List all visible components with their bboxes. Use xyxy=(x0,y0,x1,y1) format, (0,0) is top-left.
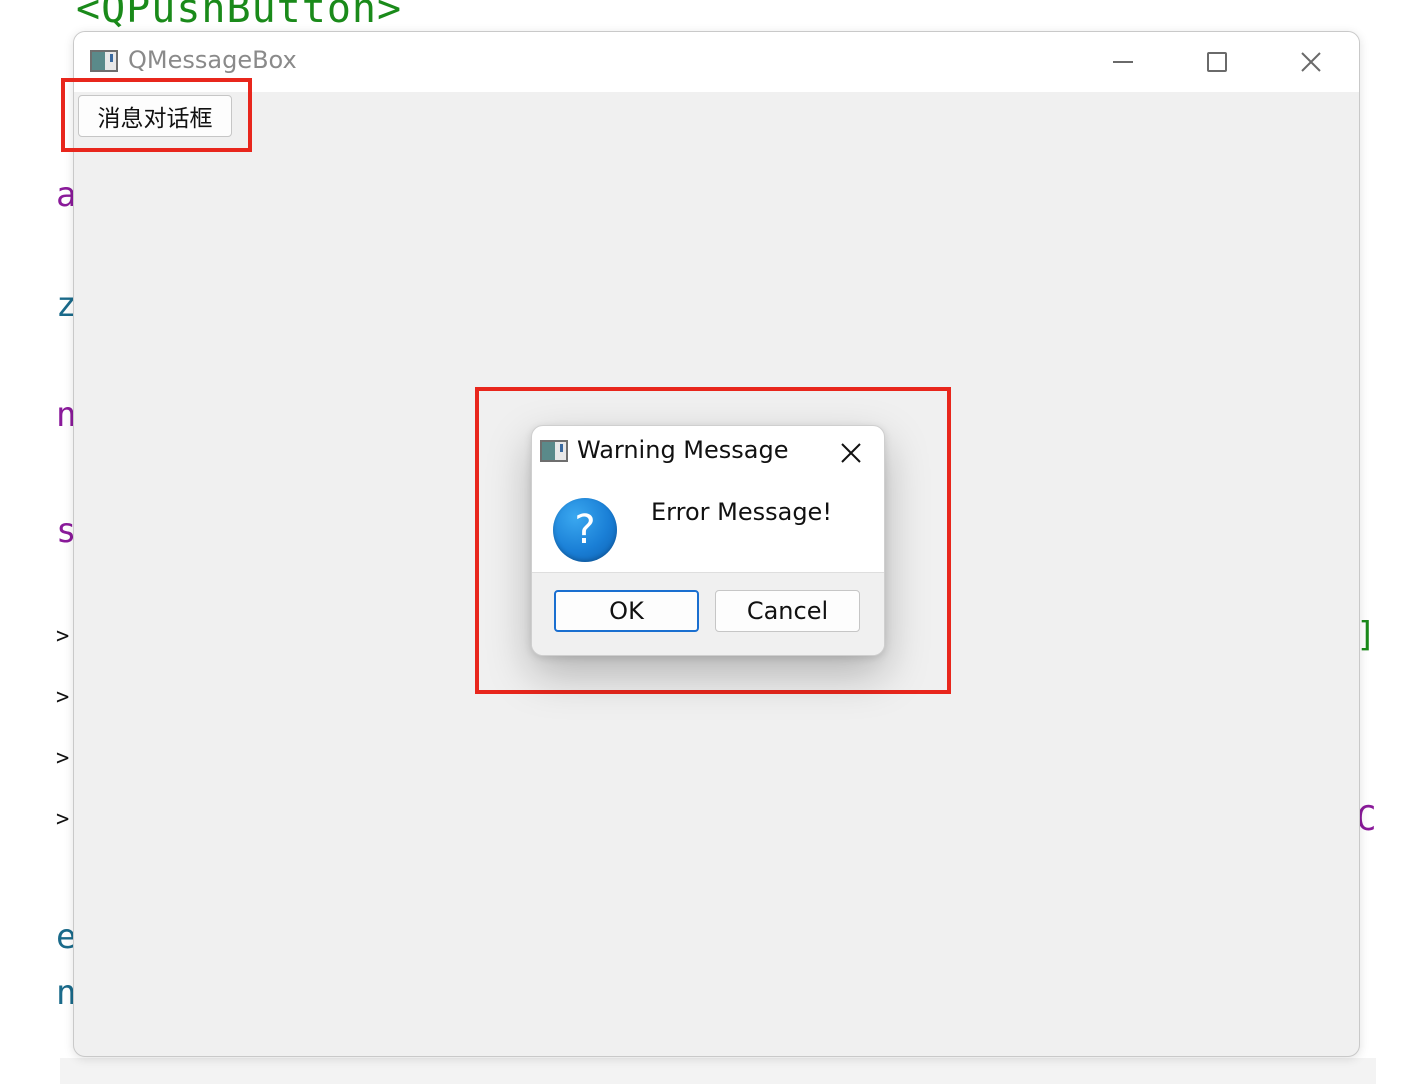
close-button[interactable] xyxy=(1288,40,1334,84)
message-dialog: Warning Message ? Error Message! OK Canc… xyxy=(531,425,885,656)
dialog-close-button[interactable] xyxy=(832,436,870,470)
screenshot-stage: <QPushButton> a z n s > > > > e n ] C QM… xyxy=(0,0,1424,1084)
cancel-button[interactable]: Cancel xyxy=(715,590,860,632)
question-icon: ? xyxy=(553,498,617,562)
close-icon xyxy=(1301,52,1321,72)
ok-button[interactable]: OK xyxy=(554,590,699,632)
main-titlebar[interactable]: QMessageBox xyxy=(74,32,1359,92)
background-code-top-line: <QPushButton> xyxy=(76,0,403,32)
maximize-button[interactable] xyxy=(1194,40,1240,84)
app-window-icon xyxy=(90,50,118,72)
dialog-title: Warning Message xyxy=(577,436,789,464)
bottom-strip xyxy=(60,1058,1376,1084)
background-code-fragment: > xyxy=(56,746,70,771)
close-icon xyxy=(841,443,861,463)
dialog-button-bar: OK Cancel xyxy=(532,572,884,655)
window-title: QMessageBox xyxy=(128,46,297,74)
minimize-icon xyxy=(1113,61,1133,63)
background-code-fragment: > xyxy=(56,807,70,832)
background-code-fragment: > xyxy=(56,624,70,649)
dialog-message: Error Message! xyxy=(651,498,832,526)
background-code-fragment: > xyxy=(56,685,70,710)
dialog-window-icon xyxy=(540,440,568,462)
message-dialog-button[interactable]: 消息对话框 xyxy=(78,95,232,137)
maximize-icon xyxy=(1207,52,1227,72)
minimize-button[interactable] xyxy=(1100,40,1146,84)
